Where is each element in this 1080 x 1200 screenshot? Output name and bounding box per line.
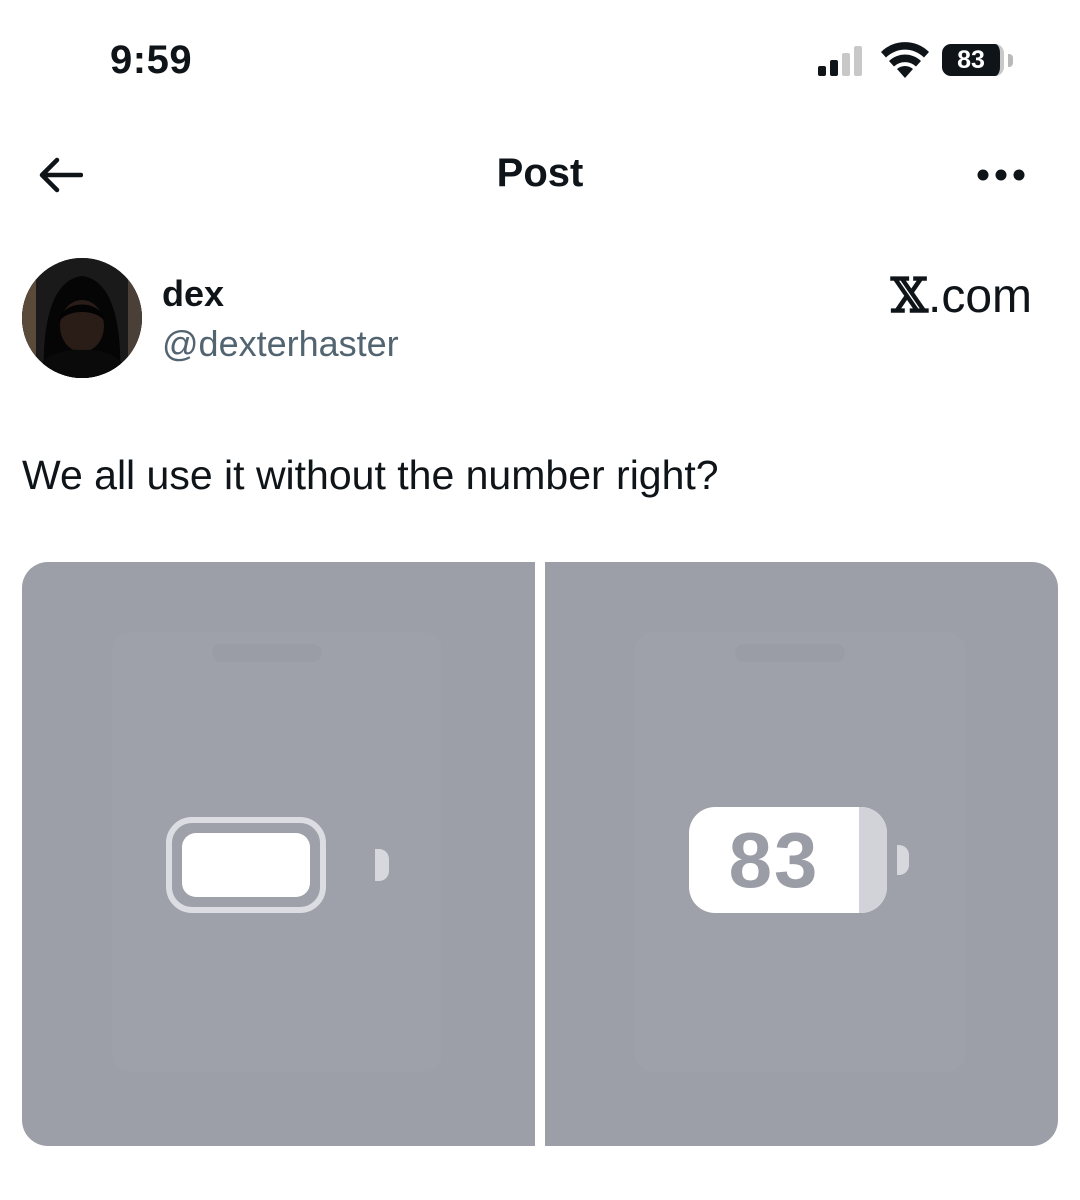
- watermark-text: .com: [927, 270, 1032, 323]
- faded-notch-shape: [735, 644, 845, 662]
- battery-percentage: 83: [728, 816, 820, 904]
- more-horizontal-icon: [977, 169, 1025, 181]
- status-battery-icon: 83: [942, 44, 1016, 78]
- battery-nub: [897, 845, 909, 875]
- faded-notch-shape: [212, 644, 322, 662]
- avatar[interactable]: [22, 258, 142, 378]
- battery-number-icon: 83: [689, 807, 887, 913]
- post-media-grid: 83: [22, 562, 1058, 1146]
- status-battery-level: 83: [942, 44, 1004, 76]
- status-time: 9:59: [110, 38, 193, 82]
- page-title: Post: [496, 151, 584, 195]
- battery-empty-part: [859, 807, 887, 913]
- watermark: 𝕏.com: [891, 268, 1032, 325]
- battery-outline-icon: [166, 817, 326, 913]
- media-image-right[interactable]: 83: [545, 562, 1058, 1146]
- x-logo-glyph: 𝕏: [890, 268, 928, 324]
- author-handle[interactable]: @dexterhaster: [162, 322, 399, 366]
- battery-fill: [182, 833, 310, 897]
- post-text: We all use it without the number right?: [22, 452, 719, 498]
- status-battery-nub: [1008, 54, 1013, 67]
- signal-icon: [818, 46, 862, 76]
- media-image-left[interactable]: [22, 562, 535, 1146]
- battery-nub: [375, 849, 389, 881]
- author-display-name[interactable]: dex: [162, 272, 224, 316]
- avatar-image: [22, 258, 142, 378]
- wifi-icon: [881, 42, 929, 78]
- more-button[interactable]: [968, 150, 1034, 200]
